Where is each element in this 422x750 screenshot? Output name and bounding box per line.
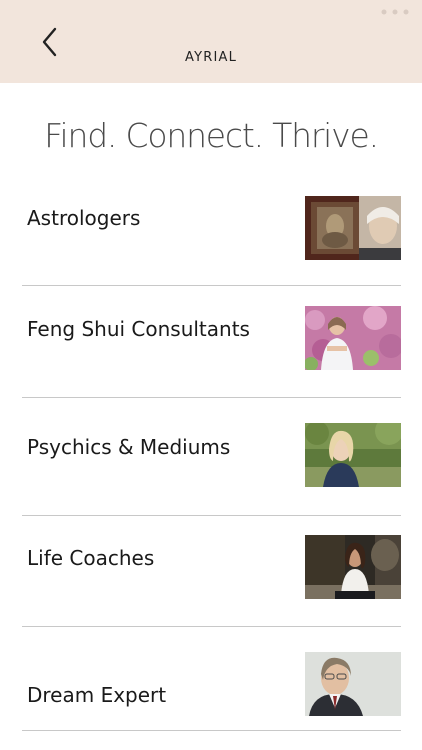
category-label: Life Coaches: [27, 546, 155, 570]
dream-expert-photo: [305, 652, 401, 716]
app-title: AYRIAL: [184, 50, 238, 65]
category-label: Astrologers: [27, 206, 141, 230]
life-coach-photo: [305, 535, 401, 599]
psychic-medium-photo: [305, 423, 401, 487]
list-divider: [22, 730, 401, 731]
astrologer-photo: [305, 196, 401, 260]
window-controls-icon: [381, 9, 409, 15]
app-screen: AYRIAL Find. Connect. Thrive. Astrologer…: [0, 0, 422, 750]
category-label: Psychics & Mediums: [27, 435, 231, 459]
feng-shui-consultant-photo: [305, 306, 401, 370]
category-label: Dream Expert: [27, 683, 167, 707]
category-item-dream-expert[interactable]: Dream Expert: [0, 627, 422, 732]
category-item-life-coaches[interactable]: Life Coaches: [0, 516, 422, 627]
category-item-astrologers[interactable]: Astrologers: [0, 172, 422, 286]
category-item-psychics-mediums[interactable]: Psychics & Mediums: [0, 398, 422, 516]
category-item-feng-shui-consultants[interactable]: Feng Shui Consultants: [0, 286, 422, 398]
tagline: Find. Connect. Thrive.: [44, 116, 379, 155]
top-bar: AYRIAL: [0, 0, 422, 83]
category-label: Feng Shui Consultants: [27, 317, 250, 341]
